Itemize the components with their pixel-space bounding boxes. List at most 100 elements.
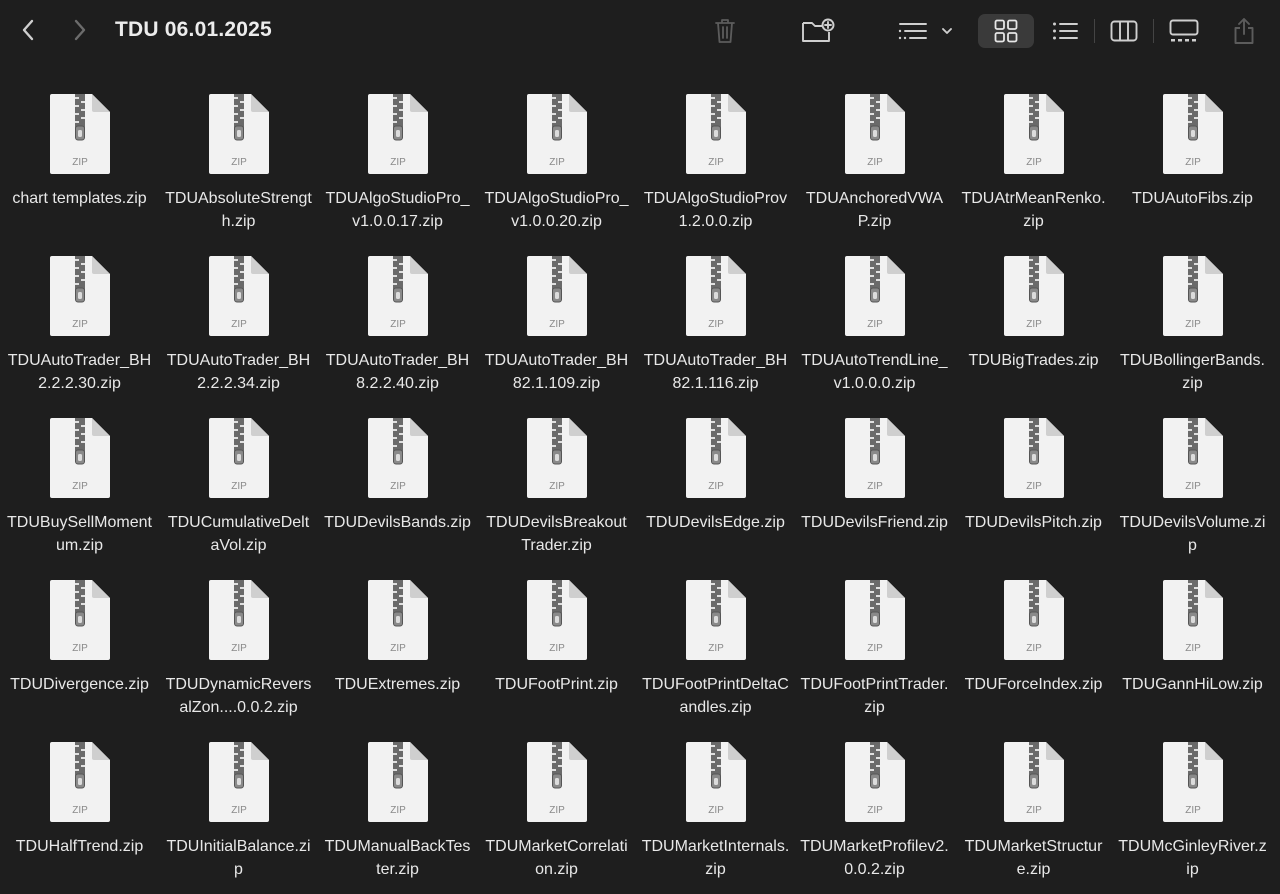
file-item[interactable]: ZIP TDUExtremes.zip xyxy=(318,568,477,730)
svg-text:ZIP: ZIP xyxy=(231,805,247,816)
file-name: TDUMarketStructure.zip xyxy=(964,838,1103,878)
file-item[interactable]: ZIP TDUDevilsFriend.zip xyxy=(795,406,954,568)
icon-view-button[interactable] xyxy=(978,14,1034,48)
file-item[interactable]: ZIP TDUAlgoStudioPro_v1.0.0.17.zip xyxy=(318,82,477,244)
svg-text:ZIP: ZIP xyxy=(708,481,724,492)
file-item[interactable]: ZIP TDUMcGinleyRiver.zip xyxy=(1113,730,1272,892)
new-folder-button[interactable] xyxy=(798,14,838,48)
toolbar-divider xyxy=(1094,19,1095,43)
zip-file-icon: ZIP xyxy=(685,580,746,660)
file-item[interactable]: ZIP TDUAnchoredVWAP.zip xyxy=(795,82,954,244)
svg-text:ZIP: ZIP xyxy=(390,643,406,654)
svg-text:ZIP: ZIP xyxy=(708,643,724,654)
file-item[interactable]: ZIP TDUDevilsEdge.zip xyxy=(636,406,795,568)
zip-file-icon: ZIP xyxy=(208,94,269,174)
zip-file-icon: ZIP xyxy=(367,256,428,336)
new-folder-icon xyxy=(802,18,835,42)
svg-text:ZIP: ZIP xyxy=(390,481,406,492)
file-item[interactable]: ZIP TDUAutoTrader_BH2.2.2.34.zip xyxy=(159,244,318,406)
file-name: TDUAlgoStudioPro_v1.0.0.20.zip xyxy=(484,190,629,230)
file-name: TDUFootPrintTrader.zip xyxy=(800,676,949,716)
svg-text:ZIP: ZIP xyxy=(1026,643,1042,654)
file-item[interactable]: ZIP TDUForceIndex.zip xyxy=(954,568,1113,730)
toolbar-divider xyxy=(1153,19,1154,43)
file-item[interactable]: ZIP TDUBuySellMomentum.zip xyxy=(0,406,159,568)
file-name: TDUBollingerBands.zip xyxy=(1120,352,1265,392)
svg-text:ZIP: ZIP xyxy=(549,157,565,168)
file-item[interactable]: ZIP TDUFootPrint.zip xyxy=(477,568,636,730)
forward-button[interactable] xyxy=(66,16,94,44)
share-button[interactable] xyxy=(1228,14,1260,48)
file-item[interactable]: ZIP TDUMarketInternals.zip xyxy=(636,730,795,892)
file-name: TDUAutoFibs.zip xyxy=(1132,190,1253,207)
svg-text:ZIP: ZIP xyxy=(1185,481,1201,492)
back-button[interactable] xyxy=(14,16,42,44)
zip-file-icon: ZIP xyxy=(685,742,746,822)
file-item[interactable]: ZIP TDUDynamicReversalZon....0.0.2.zip xyxy=(159,568,318,730)
svg-text:ZIP: ZIP xyxy=(549,481,565,492)
file-item[interactable]: ZIP TDUDevilsBands.zip xyxy=(318,406,477,568)
file-item[interactable]: ZIP TDUAutoTrader_BH8.2.2.40.zip xyxy=(318,244,477,406)
file-item[interactable]: ZIP TDUAbsoluteStrength.zip xyxy=(159,82,318,244)
file-item[interactable]: ZIP TDUBollingerBands.zip xyxy=(1113,244,1272,406)
svg-text:ZIP: ZIP xyxy=(72,319,88,330)
file-item[interactable]: ZIP TDUAtrMeanRenko.zip xyxy=(954,82,1113,244)
file-item[interactable]: ZIP TDUAlgoStudioProv1.2.0.0.zip xyxy=(636,82,795,244)
file-item[interactable]: ZIP TDUDevilsPitch.zip xyxy=(954,406,1113,568)
file-name: TDUDevilsBands.zip xyxy=(324,514,471,531)
file-name: TDUBigTrades.zip xyxy=(968,352,1099,369)
file-item[interactable]: ZIP TDUAutoTrader_BH82.1.109.zip xyxy=(477,244,636,406)
zip-file-icon: ZIP xyxy=(526,256,587,336)
file-item[interactable]: ZIP TDUBigTrades.zip xyxy=(954,244,1113,406)
chevron-right-icon xyxy=(74,19,86,41)
file-item[interactable]: ZIP TDUMarketProfilev2.0.0.2.zip xyxy=(795,730,954,892)
file-item[interactable]: ZIP TDUHalfTrend.zip xyxy=(0,730,159,892)
file-item[interactable]: ZIP TDUDevilsBreakoutTrader.zip xyxy=(477,406,636,568)
file-name: TDUAlgoStudioPro_v1.0.0.17.zip xyxy=(325,190,470,230)
svg-text:ZIP: ZIP xyxy=(72,643,88,654)
file-item[interactable]: ZIP TDUDivergence.zip xyxy=(0,568,159,730)
file-item[interactable]: ZIP TDUMarketStructure.zip xyxy=(954,730,1113,892)
file-item[interactable]: ZIP TDUManualBackTester.zip xyxy=(318,730,477,892)
zip-file-icon: ZIP xyxy=(1003,94,1064,174)
list-view-button[interactable] xyxy=(1046,14,1084,48)
file-item[interactable]: ZIP TDUAutoTrader_BH2.2.2.30.zip xyxy=(0,244,159,406)
zip-file-icon: ZIP xyxy=(1003,742,1064,822)
file-item[interactable]: ZIP TDUAutoTrader_BH82.1.116.zip xyxy=(636,244,795,406)
file-item[interactable]: ZIP TDUFootPrintDeltaCandles.zip xyxy=(636,568,795,730)
file-item[interactable]: ZIP TDUDevilsVolume.zip xyxy=(1113,406,1272,568)
file-item[interactable]: ZIP TDUFootPrintTrader.zip xyxy=(795,568,954,730)
file-item[interactable]: ZIP TDUGannHiLow.zip xyxy=(1113,568,1272,730)
svg-text:ZIP: ZIP xyxy=(867,805,883,816)
file-name: TDUHalfTrend.zip xyxy=(15,838,144,855)
svg-text:ZIP: ZIP xyxy=(708,157,724,168)
svg-text:ZIP: ZIP xyxy=(72,481,88,492)
zip-file-icon: ZIP xyxy=(208,418,269,498)
file-name: TDUAutoTrendLine_v1.0.0.0.zip xyxy=(801,352,948,392)
file-name: TDUAutoTrader_BH82.1.116.zip xyxy=(643,352,788,392)
gallery-view-button[interactable] xyxy=(1162,14,1206,48)
file-item[interactable]: ZIP TDUMarketCorrelation.zip xyxy=(477,730,636,892)
file-item[interactable]: ZIP TDUCumulativeDeltaVol.zip xyxy=(159,406,318,568)
file-item[interactable]: ZIP TDUAlgoStudioPro_v1.0.0.20.zip xyxy=(477,82,636,244)
svg-text:ZIP: ZIP xyxy=(708,805,724,816)
share-icon xyxy=(1234,18,1254,44)
trash-button[interactable] xyxy=(708,14,742,48)
zip-file-icon: ZIP xyxy=(49,94,110,174)
file-item[interactable]: ZIP chart templates.zip xyxy=(0,82,159,244)
file-item[interactable]: ZIP TDUAutoTrendLine_v1.0.0.0.zip xyxy=(795,244,954,406)
file-name: TDUMarketProfilev2.0.0.2.zip xyxy=(800,838,949,878)
file-name: TDUMarketInternals.zip xyxy=(641,838,790,878)
svg-text:ZIP: ZIP xyxy=(549,805,565,816)
file-item[interactable]: ZIP TDUAutoFibs.zip xyxy=(1113,82,1272,244)
column-view-button[interactable] xyxy=(1104,14,1144,48)
zip-file-icon: ZIP xyxy=(844,580,905,660)
zip-file-icon: ZIP xyxy=(208,580,269,660)
group-by-button[interactable] xyxy=(896,14,958,48)
window-title: TDU 06.01.2025 xyxy=(115,18,272,41)
file-name: TDUFootPrintDeltaCandles.zip xyxy=(642,676,789,716)
chevron-left-icon xyxy=(22,19,34,41)
zip-file-icon: ZIP xyxy=(844,742,905,822)
svg-text:ZIP: ZIP xyxy=(1026,481,1042,492)
file-item[interactable]: ZIP TDUInitialBalance.zip xyxy=(159,730,318,892)
